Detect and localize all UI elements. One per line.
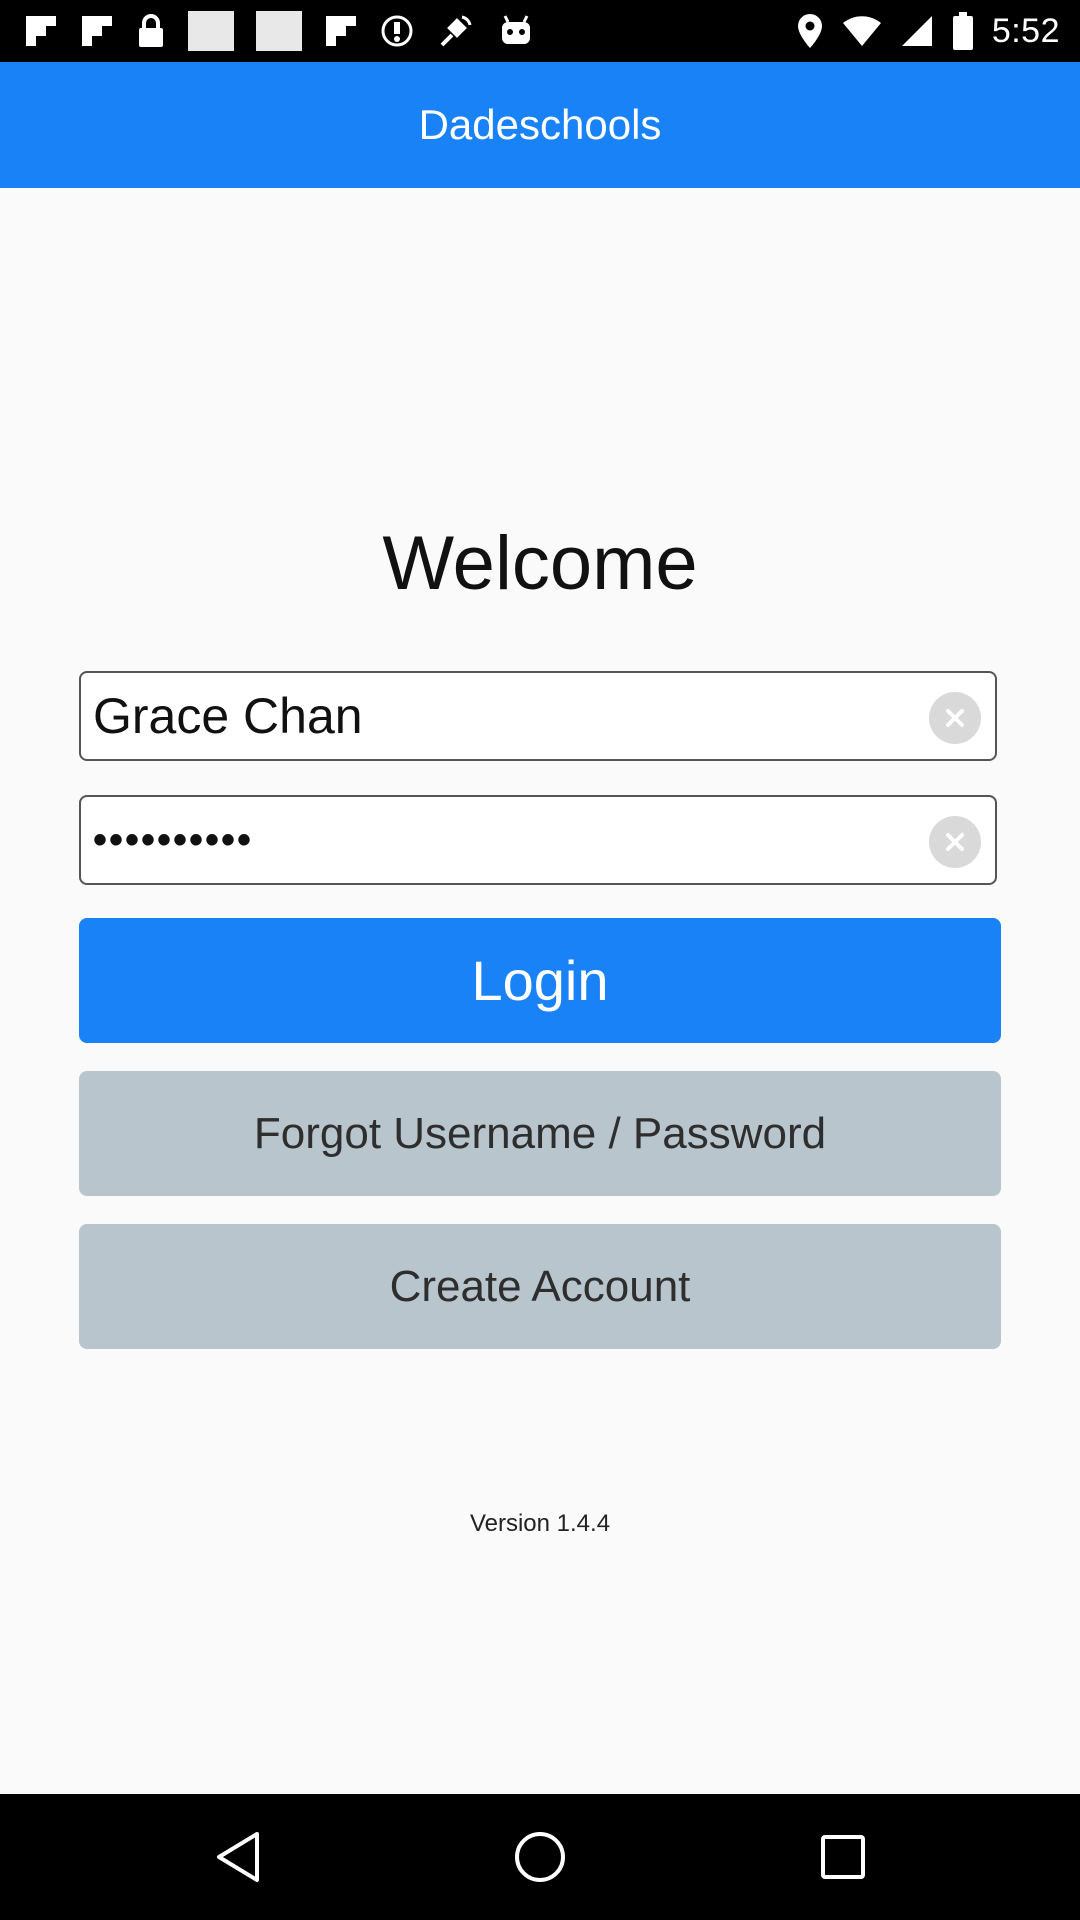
- app-title: Dadeschools: [418, 101, 662, 148]
- password-input[interactable]: [93, 797, 893, 883]
- recents-button[interactable]: [808, 1822, 878, 1892]
- forgot-credentials-button[interactable]: Forgot Username / Password: [79, 1071, 1001, 1196]
- login-button[interactable]: Login: [79, 918, 1001, 1043]
- white-rect-icon: [256, 11, 302, 51]
- clear-password-button[interactable]: [929, 816, 981, 868]
- close-icon: [946, 709, 964, 727]
- lock-icon: [136, 13, 166, 49]
- fake-gps-icon: [436, 11, 476, 51]
- android-icon: [498, 14, 534, 48]
- version-label: Version 1.4.4: [469, 1510, 611, 1537]
- home-icon: [515, 1832, 565, 1882]
- flipboard-icon: [24, 14, 58, 48]
- status-bar: 5:52: [0, 0, 1080, 62]
- recents-icon: [821, 1835, 865, 1879]
- app-header: Dadeschools: [0, 62, 1080, 188]
- system-icons: 5:52: [796, 8, 1060, 54]
- wifi-icon: [842, 14, 882, 48]
- white-rect-icon: [188, 11, 234, 51]
- back-button[interactable]: [203, 1822, 273, 1892]
- username-field[interactable]: [79, 671, 997, 761]
- password-field[interactable]: [79, 795, 997, 885]
- notification-icons: [24, 10, 534, 52]
- location-icon: [796, 12, 824, 50]
- navigation-bar: [0, 1794, 1080, 1920]
- signal-icon: [900, 14, 934, 48]
- welcome-heading: Welcome: [382, 521, 698, 606]
- flipboard-icon: [324, 14, 358, 48]
- back-icon: [217, 1832, 259, 1882]
- username-input[interactable]: [93, 673, 893, 759]
- home-button[interactable]: [505, 1822, 575, 1892]
- status-time: 5:52: [991, 11, 1060, 50]
- sync-icon: [380, 14, 414, 48]
- battery-icon: [952, 12, 974, 50]
- flipboard-icon: [80, 14, 114, 48]
- clear-username-button[interactable]: [929, 692, 981, 744]
- create-account-button[interactable]: Create Account: [79, 1224, 1001, 1349]
- close-icon: [946, 833, 964, 851]
